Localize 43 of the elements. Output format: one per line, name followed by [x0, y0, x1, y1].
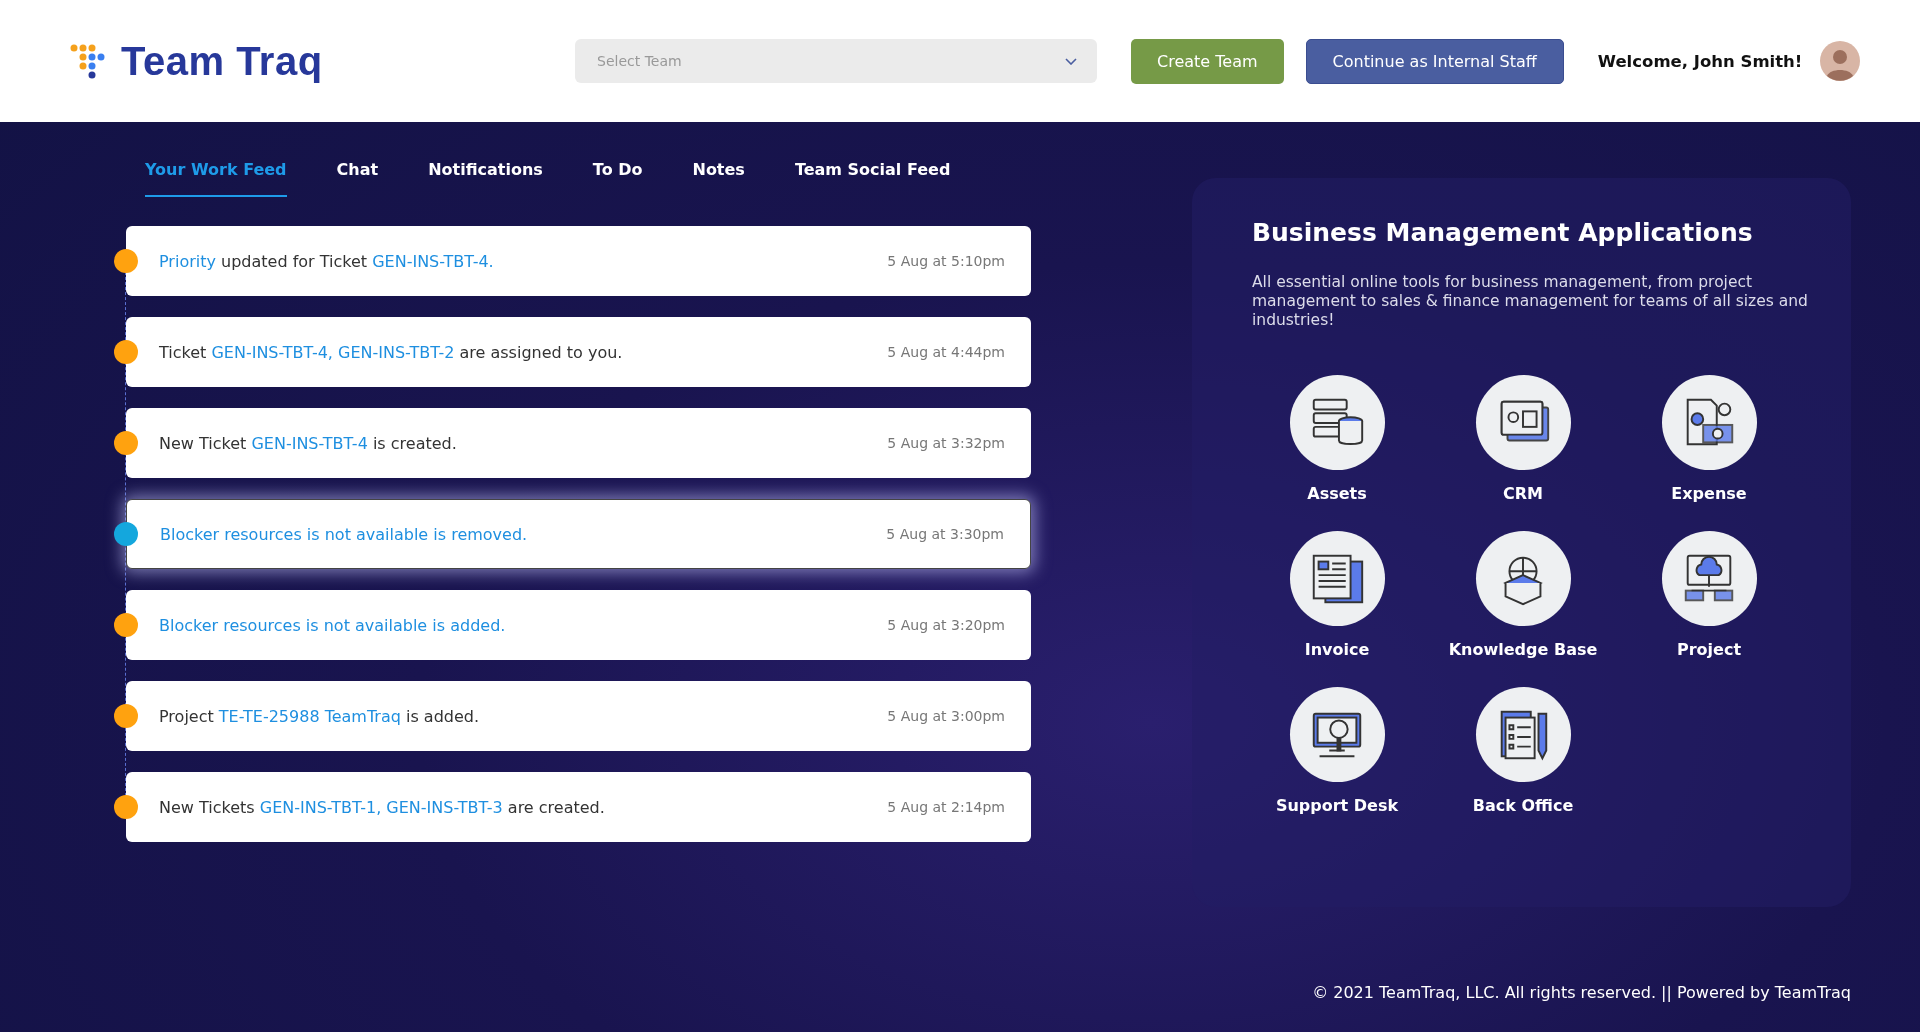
feed-card[interactable]: New Ticket GEN-INS-TBT-4 is created. 5 Aug at 3:32pm	[126, 408, 1031, 478]
ticket-link[interactable]: Blocker resources is not available is removed.	[160, 524, 528, 544]
feed-card[interactable]: Project TE-TE-25988 TeamTraq is added. 5 Aug at 3:00pm	[126, 681, 1031, 751]
panel-title: Business Management Applications	[1252, 218, 1754, 247]
app-label[interactable]: Knowledge Base	[1448, 640, 1598, 659]
chevron-down-icon	[1065, 57, 1077, 65]
feed-time: 5 Aug at 4:44pm	[887, 344, 1005, 360]
footer-text: © 2021 TeamTraq, LLC. All rights reserved. || Powered by TeamTraq	[1312, 983, 1851, 1002]
panel-description: All essential online tools for business management, from project management to sales & finance management for teams of all sizes and industries!	[1252, 273, 1809, 330]
welcome-text: Welcome, John Smith!	[1597, 51, 1803, 71]
tab[interactable]: Team Social Feed	[794, 160, 951, 197]
feed-message: New Ticket GEN-INS-TBT-4 is created.	[159, 433, 457, 453]
feed-time: 5 Aug at 5:10pm	[887, 253, 1005, 269]
ticket-link[interactable]: Blocker resources is not available is added.	[159, 615, 506, 635]
internal-staff-button[interactable]: Continue as Internal Staff	[1305, 38, 1564, 84]
tab[interactable]: Your Work Feed	[145, 160, 287, 197]
feed-message: Priority updated for Ticket GEN-INS-TBT-4.	[159, 251, 494, 271]
feed-card[interactable]: New Tickets GEN-INS-TBT-1, GEN-INS-TBT-3 are created. 5 Aug at 2:14pm	[126, 772, 1031, 842]
feed-message: New Tickets GEN-INS-TBT-1, GEN-INS-TBT-3 are created.	[159, 797, 605, 817]
feed-card[interactable]: Blocker resources is not available is removed. 5 Aug at 3:30pm	[126, 499, 1031, 569]
tab[interactable]: To Do	[592, 160, 643, 197]
avatar-icon	[1820, 41, 1861, 81]
feed-time: 5 Aug at 2:14pm	[887, 799, 1005, 815]
feed-time: 5 Aug at 3:30pm	[886, 526, 1004, 542]
tab[interactable]: Notifications	[428, 160, 543, 197]
tab[interactable]: Notes	[692, 160, 745, 197]
app-label[interactable]: Back Office	[1472, 796, 1574, 815]
app-label[interactable]: Assets	[1307, 484, 1367, 503]
app-label[interactable]: Invoice	[1304, 640, 1370, 659]
feed-message: Project TE-TE-25988 TeamTraq is added.	[159, 706, 480, 726]
app-label[interactable]: Support Desk	[1275, 796, 1399, 815]
app-label[interactable]: CRM	[1503, 484, 1543, 503]
feed-message: Ticket GEN-INS-TBT-4, GEN-INS-TBT-2 are assigned to you.	[159, 342, 623, 362]
feed-time: 5 Aug at 3:20pm	[887, 617, 1005, 633]
feed-card[interactable]: Ticket GEN-INS-TBT-4, GEN-INS-TBT-2 are assigned to you. 5 Aug at 4:44pm	[126, 317, 1031, 387]
feed-card[interactable]: Blocker resources is not available is added. 5 Aug at 3:20pm	[126, 590, 1031, 660]
app-label[interactable]: Project	[1676, 640, 1742, 659]
logo-text: Team Traq	[121, 38, 323, 84]
feed-time: 5 Aug at 3:32pm	[887, 435, 1005, 451]
app-label[interactable]: Expense	[1671, 484, 1747, 503]
logo-icon	[70, 43, 105, 79]
tab[interactable]: Chat	[336, 160, 379, 197]
feed-time: 5 Aug at 3:00pm	[887, 708, 1005, 724]
